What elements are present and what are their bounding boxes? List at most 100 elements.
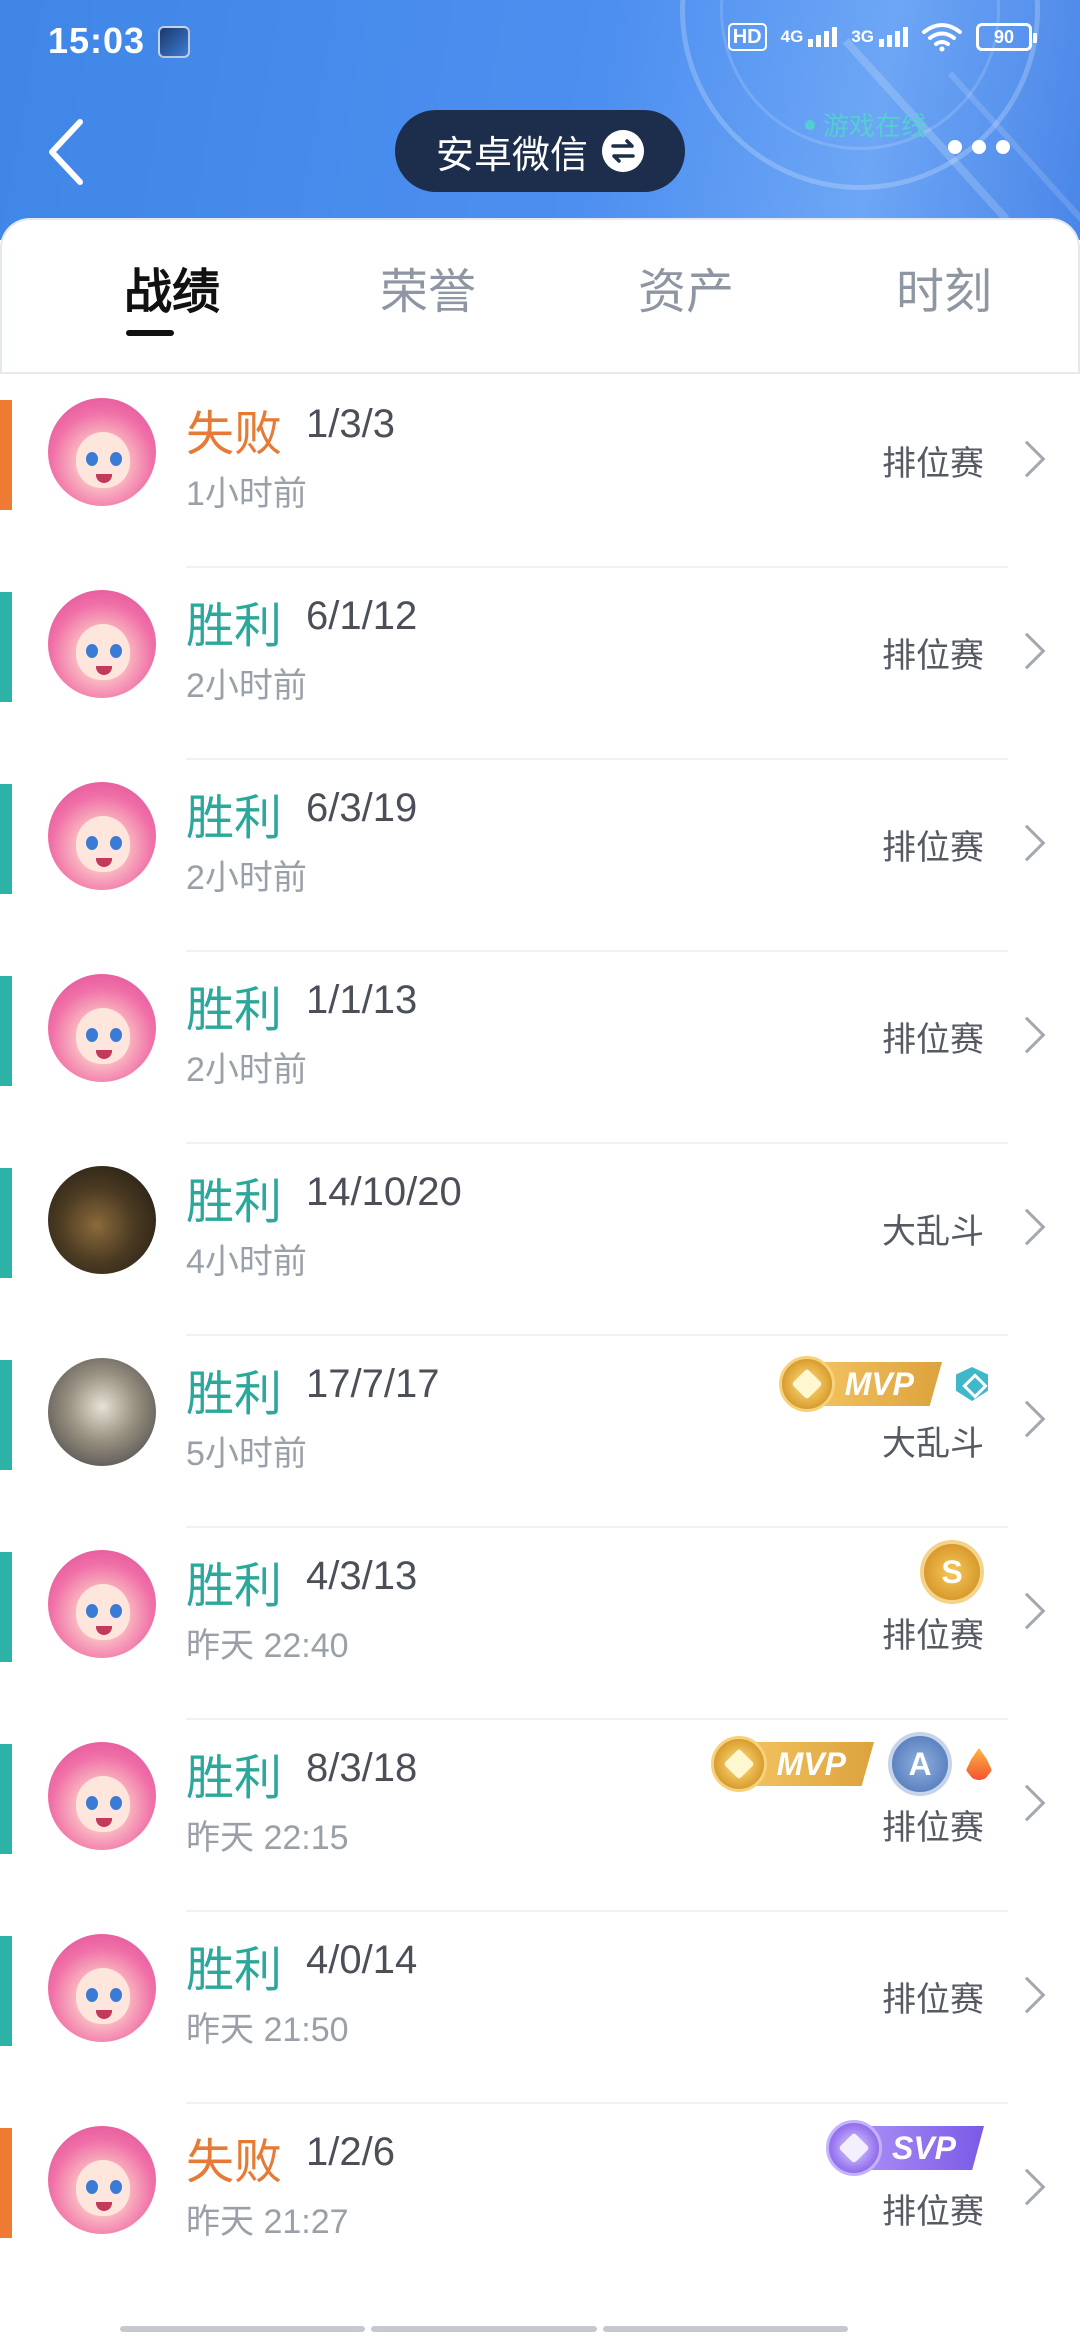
match-row[interactable]: 失败 1/3/3 1小时前 排位赛	[0, 376, 1080, 568]
match-badges: MVP A	[710, 1732, 992, 1796]
match-row[interactable]: 失败 1/2/6 昨天 21:27 SVP 排位赛	[0, 2104, 1080, 2296]
match-row[interactable]: 胜利 8/3/18 昨天 22:15 MVP A 排位赛	[0, 1720, 1080, 1912]
match-mode: 排位赛	[882, 829, 984, 867]
signal-4g-icon: 4G	[781, 27, 838, 47]
chevron-right-icon	[1008, 824, 1046, 862]
chevron-right-icon	[1008, 2168, 1046, 2206]
match-mode: 排位赛	[882, 637, 984, 675]
result-indicator-bar	[0, 976, 12, 1086]
chevron-right-icon	[1008, 440, 1046, 478]
flame-icon	[966, 1748, 992, 1780]
match-row[interactable]: 胜利 6/3/19 2小时前 排位赛	[0, 760, 1080, 952]
match-kda: 4/0/14	[306, 1938, 418, 1982]
tab-honors[interactable]: 荣誉	[348, 252, 508, 322]
match-kda: 1/2/6	[306, 2130, 395, 2174]
match-result: 胜利	[186, 600, 283, 653]
svp-medal-icon	[825, 2120, 882, 2176]
result-indicator-bar	[0, 1744, 12, 1854]
match-row[interactable]: 胜利 4/3/13 昨天 22:40 S 排位赛	[0, 1528, 1080, 1720]
chevron-right-icon	[1008, 1976, 1046, 2014]
chevron-right-icon	[1008, 1400, 1046, 1438]
tab-moments[interactable]: 时刻	[864, 252, 1024, 322]
signal-3g-icon: 3G	[851, 27, 908, 47]
match-result: 胜利	[186, 792, 283, 845]
match-row[interactable]: 胜利 4/0/14 昨天 21:50 排位赛	[0, 1912, 1080, 2104]
chevron-right-icon	[1008, 1784, 1046, 1822]
tab-bar: 战绩 荣誉 资产 时刻	[0, 218, 1080, 374]
chevron-right-icon	[1008, 1208, 1046, 1246]
match-time: 1小时前	[186, 475, 307, 513]
match-mode: 排位赛	[882, 2193, 984, 2231]
hero-avatar	[48, 2126, 156, 2234]
hero-avatar	[48, 1742, 156, 1850]
match-time: 5小时前	[186, 1435, 307, 1473]
signal-4g-label: 4G	[780, 27, 804, 46]
mvp-label: MVP	[818, 1362, 942, 1406]
more-options-button[interactable]	[948, 140, 1010, 154]
back-arrow-icon[interactable]	[42, 112, 102, 192]
active-tab-indicator	[126, 330, 174, 336]
match-badges: SVP	[825, 2120, 984, 2176]
header: 15:03 HD 4G 3G 90 安卓微信 游戏在线	[0, 0, 1080, 240]
result-indicator-bar	[0, 1936, 12, 2046]
tab-assets[interactable]: 资产	[606, 252, 766, 322]
result-indicator-bar	[0, 592, 12, 702]
match-kda: 6/1/12	[306, 594, 418, 638]
match-mode: 排位赛	[882, 1981, 984, 2019]
hd-icon: HD	[727, 23, 767, 51]
match-result: 胜利	[186, 984, 283, 1037]
match-row[interactable]: 胜利 1/1/13 2小时前 排位赛	[0, 952, 1080, 1144]
wifi-icon	[922, 23, 962, 52]
grade-a-badge: A	[888, 1732, 952, 1796]
match-time: 昨天 21:27	[186, 2203, 349, 2241]
tab-records[interactable]: 战绩	[92, 252, 252, 322]
match-mode: 大乱斗	[882, 1213, 984, 1251]
match-row[interactable]: 胜利 14/10/20 4小时前 大乱斗	[0, 1144, 1080, 1336]
match-result: 胜利	[186, 1944, 283, 1997]
result-indicator-bar	[0, 1168, 12, 1278]
match-kda: 6/3/19	[306, 786, 418, 830]
svp-badge: SVP	[825, 2120, 984, 2176]
more-dot-icon	[972, 140, 986, 154]
shield-icon	[956, 1367, 988, 1401]
grade-s-badge: S	[920, 1540, 984, 1604]
status-time: 15:03	[48, 20, 146, 61]
swap-icon	[602, 130, 644, 172]
result-indicator-bar	[0, 400, 12, 510]
svp-label: SVP	[865, 2126, 984, 2170]
online-status: 游戏在线	[805, 106, 927, 143]
mvp-label: MVP	[750, 1742, 874, 1786]
match-result: 胜利	[186, 1560, 283, 1613]
match-time: 昨天 22:40	[186, 1627, 349, 1665]
match-result: 胜利	[186, 1176, 283, 1229]
match-badges: MVP	[778, 1356, 988, 1412]
match-mode: 大乱斗	[882, 1425, 984, 1463]
match-result: 胜利	[186, 1752, 283, 1805]
signal-3g-label: 3G	[851, 27, 874, 46]
online-status-label: 游戏在线	[823, 111, 928, 141]
bottom-scroll-indicator	[120, 2326, 848, 2332]
match-time: 2小时前	[186, 667, 307, 705]
hero-avatar	[48, 398, 156, 506]
match-kda: 1/1/13	[306, 978, 418, 1022]
battery-level: 90	[993, 26, 1015, 47]
status-icons: HD 4G 3G 90	[727, 22, 1037, 52]
hero-avatar	[48, 1166, 156, 1274]
status-bar: 15:03 HD 4G 3G 90	[0, 0, 1080, 84]
match-time: 昨天 21:50	[186, 2011, 349, 2049]
mvp-medal-icon	[710, 1736, 767, 1792]
account-switch-button[interactable]: 安卓微信	[395, 110, 685, 192]
match-mode: 排位赛	[882, 1617, 984, 1655]
match-list: 失败 1/3/3 1小时前 排位赛 胜利 6/1/12 2小时前 排位赛 胜利 …	[0, 376, 1080, 2296]
match-kda: 8/3/18	[306, 1746, 418, 1790]
match-result: 失败	[186, 2136, 283, 2189]
match-kda: 14/10/20	[306, 1170, 462, 1214]
match-kda: 4/3/13	[306, 1554, 418, 1598]
match-time: 昨天 22:15	[186, 1819, 349, 1857]
match-row[interactable]: 胜利 6/1/12 2小时前 排位赛	[0, 568, 1080, 760]
match-row[interactable]: 胜利 17/7/17 5小时前 MVP 大乱斗	[0, 1336, 1080, 1528]
hero-avatar	[48, 590, 156, 698]
match-kda: 17/7/17	[306, 1362, 440, 1406]
app-notification-icon	[158, 26, 190, 58]
result-indicator-bar	[0, 1552, 12, 1662]
